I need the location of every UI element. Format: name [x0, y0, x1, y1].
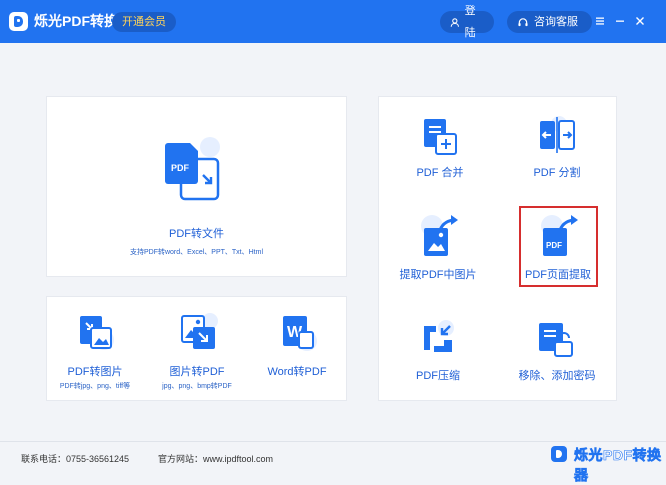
title-bar: 烁光PDF转换器 开通会员 登陆 咨询客服 — [0, 0, 666, 43]
pdf-compress-label: PDF压缩 — [416, 370, 460, 382]
pdf-convert-icon: PDF — [165, 137, 220, 201]
image-to-pdf-icon — [181, 313, 218, 349]
word-to-pdf-label: Word转PDF — [267, 366, 327, 378]
watermark-text: 烁光PDF转换器 — [574, 447, 662, 484]
image-to-pdf-subtitle: jpg、png、bmp转PDF — [162, 383, 232, 390]
pdf-to-image-icon — [80, 316, 114, 350]
selection-highlight — [519, 206, 598, 287]
lock-icon — [539, 323, 573, 357]
pdf-merge-label: PDF 合并 — [416, 167, 464, 179]
word-to-pdf-icon: W — [283, 316, 317, 351]
headset-icon — [518, 17, 528, 26]
pdf-to-file-card[interactable]: PDF PDF转文件 支持PDF转word、Excel、PPT、Txt、Html — [46, 96, 347, 277]
customer-service-label: 咨询客服 — [534, 16, 578, 28]
pdf-to-image-subtitle: PDF转jpg、png、tiff等 — [59, 383, 131, 390]
pdf-to-file-subtitle: 支持PDF转word、Excel、PPT、Txt、Html — [129, 249, 263, 256]
watermark-logo-icon — [551, 446, 567, 462]
split-icon — [540, 116, 575, 153]
pdf-to-file-label: PDF转文件 — [169, 228, 224, 240]
menu-icon[interactable] — [593, 14, 607, 28]
password-label: 移除、添加密码 — [518, 370, 596, 382]
official-website: 官方网站：www.ipdftool.com — [158, 454, 274, 464]
app-logo-icon — [9, 12, 28, 31]
pdf-to-image-label: PDF转图片 — [67, 366, 123, 378]
extract-images-icon — [421, 215, 458, 256]
minimize-icon[interactable] — [613, 14, 627, 28]
contact-phone: 联系电话：0755-36561245 — [21, 454, 130, 464]
extract-images-label: 提取PDF中图片 — [399, 269, 477, 281]
compress-icon — [424, 320, 454, 352]
pdf-split-label: PDF 分割 — [533, 167, 581, 179]
vip-button[interactable]: 开通会员 — [112, 12, 176, 32]
merge-icon — [424, 119, 457, 155]
image-to-pdf-label: 图片转PDF — [169, 366, 225, 378]
close-icon[interactable] — [633, 14, 647, 28]
customer-service-button[interactable]: 咨询客服 — [507, 11, 592, 33]
pdf-badge-text: PDF — [171, 163, 190, 173]
user-icon — [450, 17, 459, 27]
login-label: 登陆 — [464, 5, 476, 39]
login-button[interactable]: 登陆 — [440, 5, 494, 39]
